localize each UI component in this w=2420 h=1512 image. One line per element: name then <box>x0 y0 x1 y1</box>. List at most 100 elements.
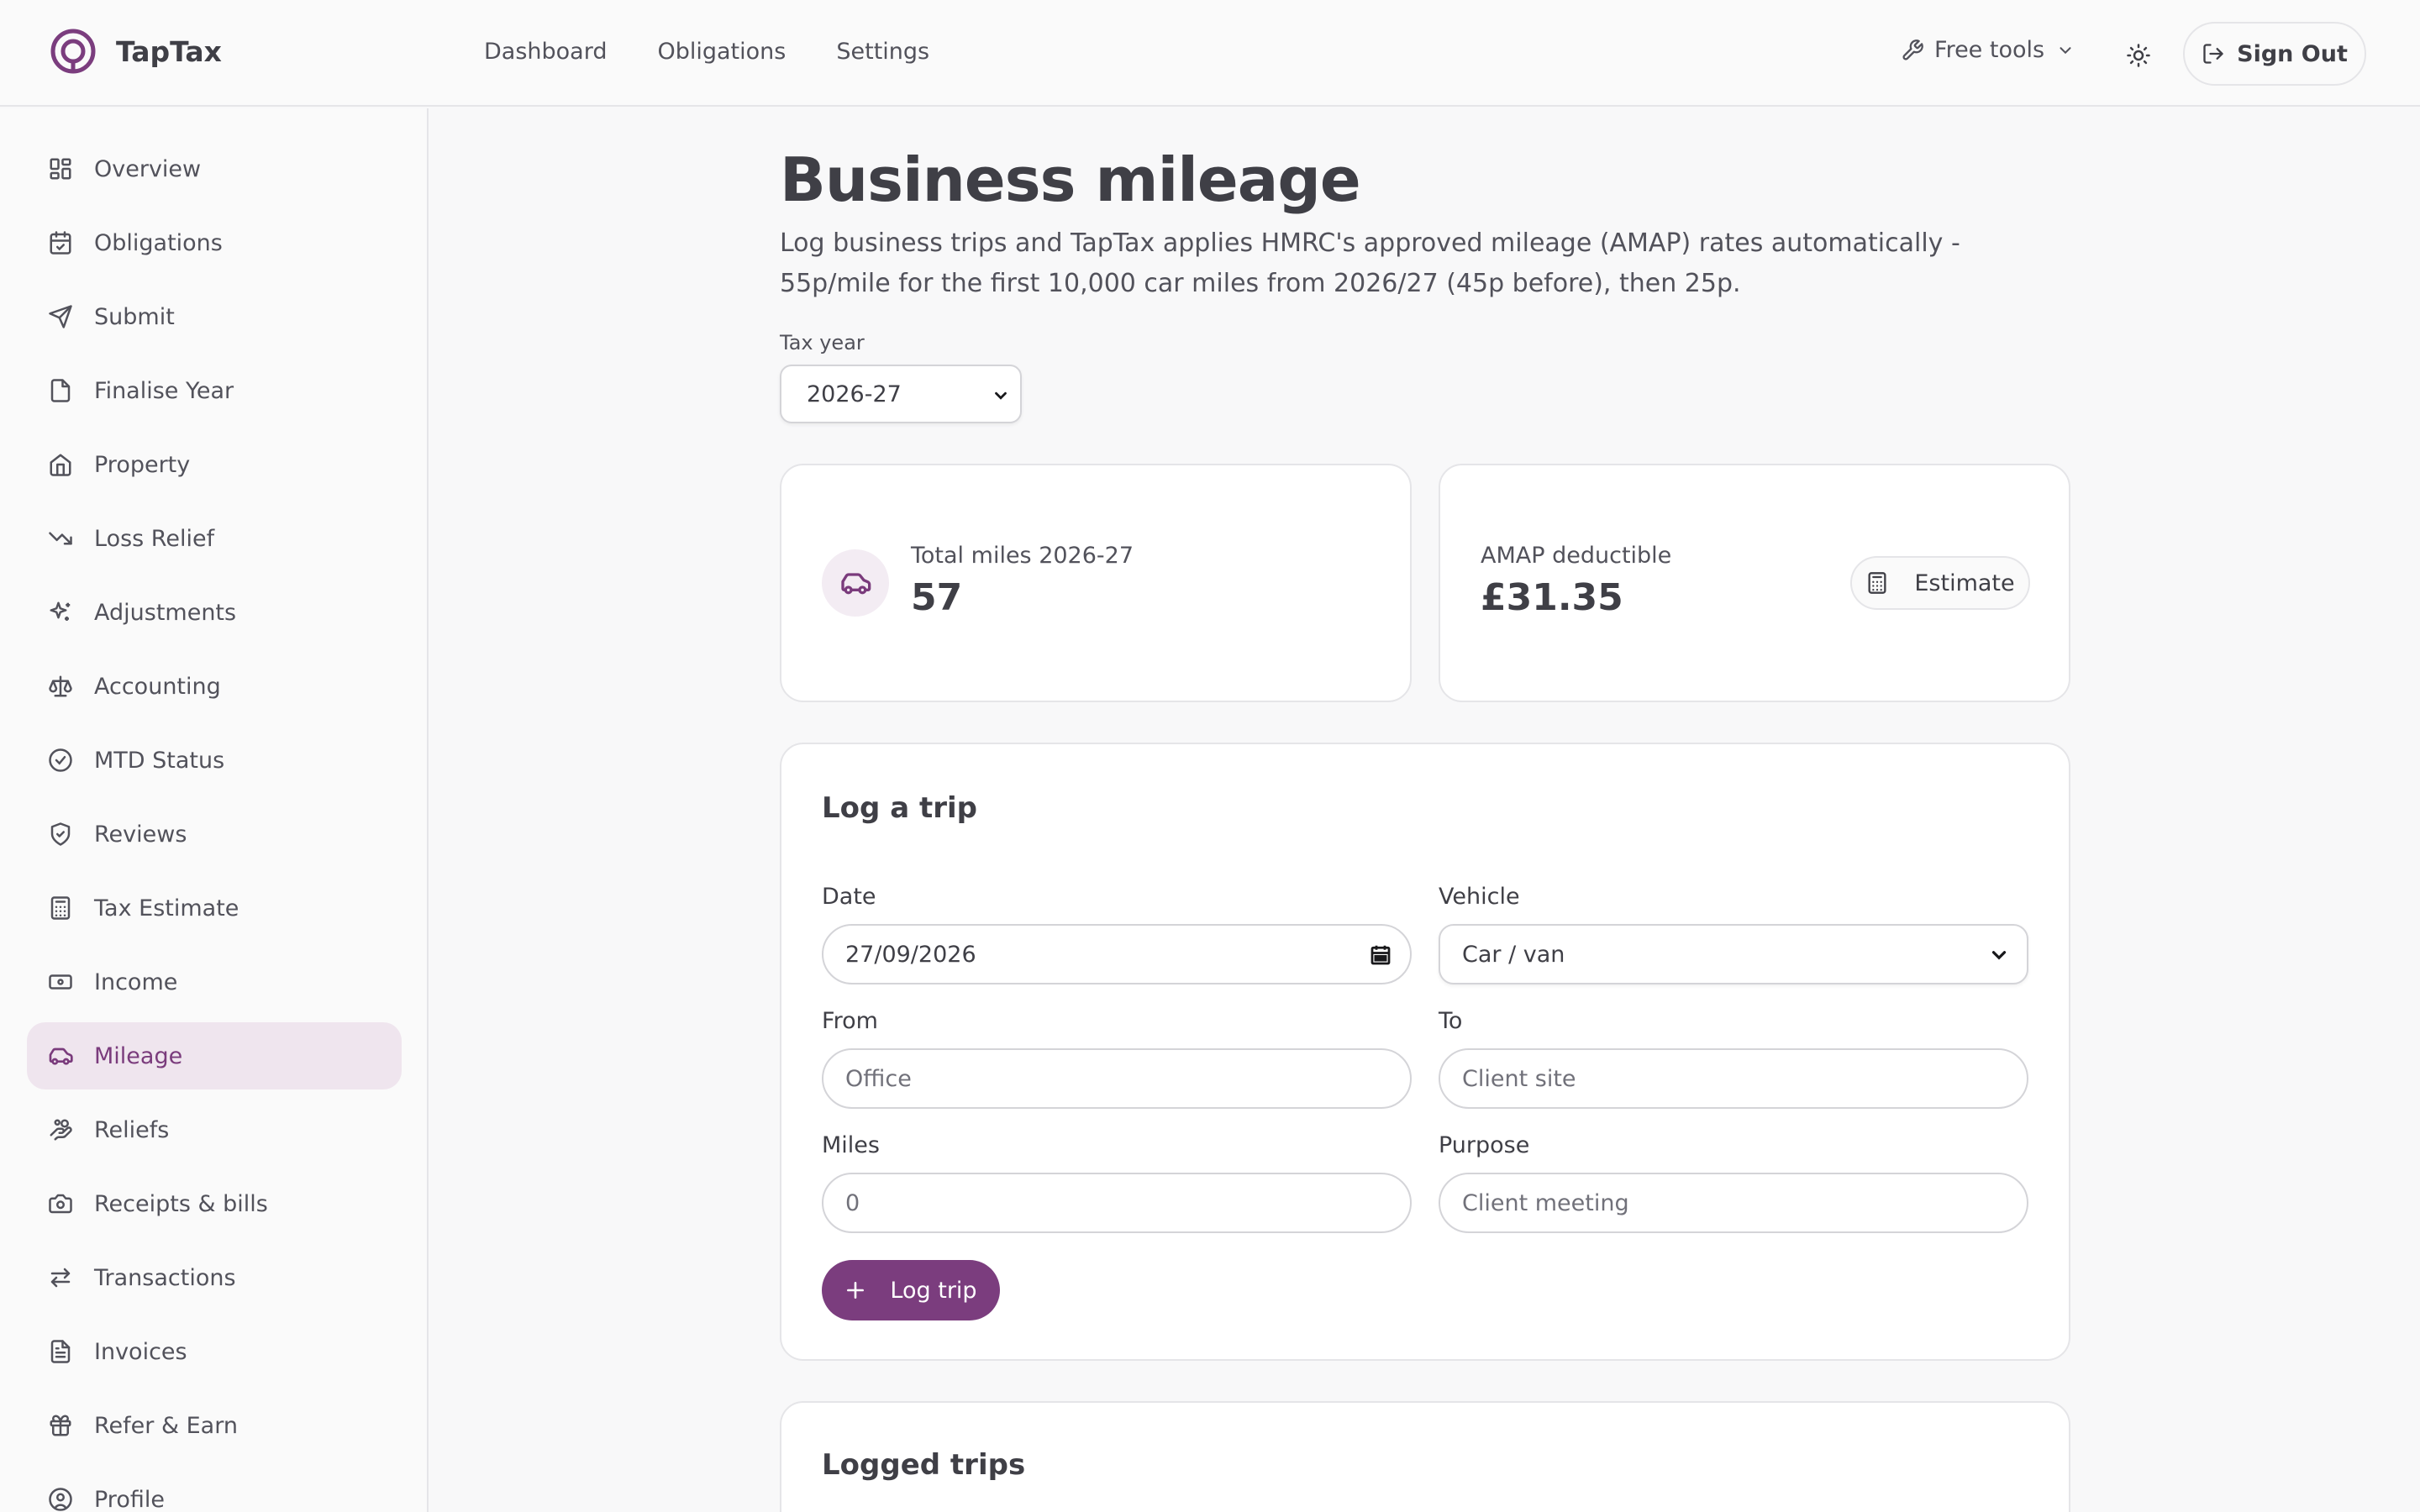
log-out-icon <box>2203 44 2223 64</box>
hand-coins-icon <box>47 1116 74 1143</box>
calculator-icon <box>1868 572 1886 594</box>
sidebar-item-label: Overview <box>94 155 202 182</box>
plus-icon <box>847 1282 865 1299</box>
sidebar-item-property[interactable]: Property <box>27 431 402 498</box>
check-circle-icon <box>47 747 74 774</box>
sidebar-item-receipts[interactable]: Receipts & bills <box>27 1170 402 1237</box>
log-trip-card: Log a trip Date 27/09/2026 Vehicle Car /… <box>780 743 2070 1361</box>
sidebar-item-label: Finalise Year <box>94 377 234 404</box>
free-tools-menu[interactable]: Free tools <box>1901 37 2085 63</box>
sidebar-item-loss-relief[interactable]: Loss Relief <box>27 505 402 572</box>
sidebar-item-refer-earn[interactable]: Refer & Earn <box>27 1392 402 1459</box>
nav-obligations[interactable]: Obligations <box>657 39 786 65</box>
date-input[interactable]: 27/09/2026 <box>822 924 1412 984</box>
sidebar-item-submit[interactable]: Submit <box>27 283 402 350</box>
sidebar-item-label: Property <box>94 451 191 478</box>
sidebar-item-label: MTD Status <box>94 747 225 774</box>
theme-toggle-button[interactable] <box>2122 39 2155 72</box>
log-trip-title: Log a trip <box>822 791 977 825</box>
miles-input[interactable]: 0 <box>822 1173 1412 1233</box>
vehicle-label: Vehicle <box>1439 884 1520 910</box>
sidebar-item-label: Profile <box>94 1486 165 1512</box>
brand-name: TapTax <box>116 34 222 68</box>
sidebar-item-overview[interactable]: Overview <box>27 135 402 202</box>
amap-value: £31.35 <box>1481 576 1623 619</box>
car-icon <box>822 549 889 617</box>
sidebar-item-obligations[interactable]: Obligations <box>27 209 402 276</box>
sidebar-item-mileage[interactable]: Mileage <box>27 1022 402 1089</box>
send-icon <box>47 303 74 330</box>
sidebar-item-label: Loss Relief <box>94 525 215 552</box>
car-icon <box>47 1042 74 1069</box>
page-description: Log business trips and TapTax applies HM… <box>780 228 1960 298</box>
nav-dashboard[interactable]: Dashboard <box>484 39 607 65</box>
sidebar-item-mtd-status[interactable]: MTD Status <box>27 727 402 794</box>
sidebar-item-profile[interactable]: Profile <box>27 1466 402 1512</box>
logged-trips-card: Logged trips <box>780 1401 2070 1512</box>
sidebar-item-accounting[interactable]: Accounting <box>27 653 402 720</box>
nav-settings[interactable]: Settings <box>836 39 929 65</box>
sidebar-item-label: Mileage <box>94 1042 183 1069</box>
file-icon <box>47 377 74 404</box>
total-miles-value: 57 <box>911 576 963 619</box>
from-placeholder: Office <box>845 1065 912 1092</box>
sidebar-item-income[interactable]: Income <box>27 948 402 1016</box>
tax-year-value: 2026-27 <box>807 381 902 407</box>
sidebar-item-label: Accounting <box>94 673 221 700</box>
sidebar-item-label: Transactions <box>94 1264 236 1291</box>
calendar-icon <box>1370 945 1391 965</box>
sun-icon <box>2127 44 2150 67</box>
banknote-icon <box>47 969 74 995</box>
taptax-logo-icon <box>50 29 96 74</box>
tax-year-select[interactable]: 2026-27 <box>780 365 1022 423</box>
from-label: From <box>822 1008 878 1034</box>
sidebar-item-transactions[interactable]: Transactions <box>27 1244 402 1311</box>
brand[interactable]: TapTax <box>49 27 222 76</box>
estimate-label: Estimate <box>1914 570 2015 596</box>
total-miles-label: Total miles 2026-27 <box>911 543 1134 569</box>
log-trip-button[interactable]: Log trip <box>822 1260 1000 1320</box>
sidebar-item-label: Submit <box>94 303 175 330</box>
sidebar-item-label: Reliefs <box>94 1116 170 1143</box>
sidebar-item-label: Invoices <box>94 1338 187 1365</box>
date-label: Date <box>822 884 876 910</box>
file-text-icon <box>47 1338 74 1365</box>
chevron-down-icon <box>2060 46 2071 54</box>
vehicle-select[interactable]: Car / van <box>1439 924 2028 984</box>
sidebar-item-label: Reviews <box>94 821 187 848</box>
wrench-icon <box>1902 39 1923 60</box>
top-bar: TapTax Dashboard Obligations Settings Fr… <box>0 0 2420 107</box>
grid-icon <box>47 155 74 182</box>
trending-down-icon <box>47 525 74 552</box>
estimate-button[interactable]: Estimate <box>1850 556 2030 610</box>
sidebar-item-adjustments[interactable]: Adjustments <box>27 579 402 646</box>
to-placeholder: Client site <box>1462 1065 1576 1092</box>
sidebar-item-label: Obligations <box>94 229 223 256</box>
to-input[interactable]: Client site <box>1439 1048 2028 1109</box>
from-input[interactable]: Office <box>822 1048 1412 1109</box>
miles-label: Miles <box>822 1132 880 1158</box>
sign-out-label: Sign Out <box>2237 40 2348 67</box>
chevron-down-icon <box>1991 951 2007 960</box>
home-icon <box>47 451 74 478</box>
sidebar-item-tax-estimate[interactable]: Tax Estimate <box>27 874 402 942</box>
free-tools-label: Free tools <box>1934 37 2045 63</box>
purpose-placeholder: Client meeting <box>1462 1189 1629 1216</box>
amap-deductible-card: AMAP deductible £31.35 Estimate <box>1439 464 2070 702</box>
sidebar-item-reviews[interactable]: Reviews <box>27 801 402 868</box>
vehicle-value: Car / van <box>1462 941 1565 968</box>
sidebar-item-label: Tax Estimate <box>94 895 239 921</box>
sidebar-item-reliefs[interactable]: Reliefs <box>27 1096 402 1163</box>
top-nav: Dashboard Obligations Settings <box>484 39 929 65</box>
sidebar-item-invoices[interactable]: Invoices <box>27 1318 402 1385</box>
arrows-exchange-icon <box>47 1264 74 1291</box>
purpose-input[interactable]: Client meeting <box>1439 1173 2028 1233</box>
sparkles-icon <box>47 599 74 626</box>
sidebar-item-finalise-year[interactable]: Finalise Year <box>27 357 402 424</box>
sign-out-button[interactable]: Sign Out <box>2183 22 2366 86</box>
scale-icon <box>47 673 74 700</box>
date-value: 27/09/2026 <box>845 941 976 968</box>
total-miles-card: Total miles 2026-27 57 <box>780 464 1412 702</box>
calculator-icon <box>47 895 74 921</box>
sidebar-item-label: Refer & Earn <box>94 1412 238 1439</box>
